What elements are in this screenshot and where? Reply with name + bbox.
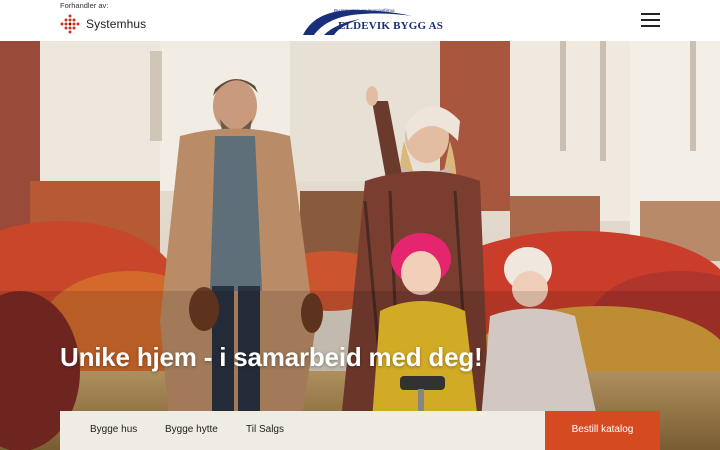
site-header: Forhandler av: Systemhus Byggmester- og … [0, 0, 720, 41]
brand-subtitle: Byggmester- og ingeniørfirma [334, 8, 395, 13]
hamburger-menu-icon[interactable] [641, 12, 660, 28]
nav-link-bygge-hytte[interactable]: Bygge hytte [165, 424, 218, 435]
brand-name: ELDEVIK BYGG AS [338, 20, 444, 32]
order-catalog-label: Bestill katalog [571, 424, 634, 435]
hero-title: Unike hjem - i samarbeid med deg! [60, 342, 483, 372]
eldevik-logo[interactable]: Byggmester- og ingeniørfirma ELDEVIK BYG… [302, 7, 443, 37]
dealer-label: Forhandler av: [60, 1, 109, 10]
order-catalog-button[interactable]: Bestill katalog [545, 411, 660, 450]
systemhus-logo-link[interactable]: Systemhus [60, 14, 146, 34]
nav-link-bygge-hus[interactable]: Bygge hus [90, 424, 137, 435]
quick-nav-bar: Bygge hus Bygge hytte Til Salgs Bestill … [60, 411, 660, 450]
systemhus-logo-icon [60, 14, 80, 34]
menu-bar-top [641, 13, 660, 15]
systemhus-name: Systemhus [86, 17, 147, 31]
hero-banner: Unike hjem - i samarbeid med deg! [0, 41, 720, 450]
hero-photo [0, 41, 720, 450]
menu-bar-bottom [641, 25, 660, 27]
nav-link-til-salgs[interactable]: Til Salgs [246, 424, 284, 435]
menu-bar-middle [641, 19, 660, 21]
